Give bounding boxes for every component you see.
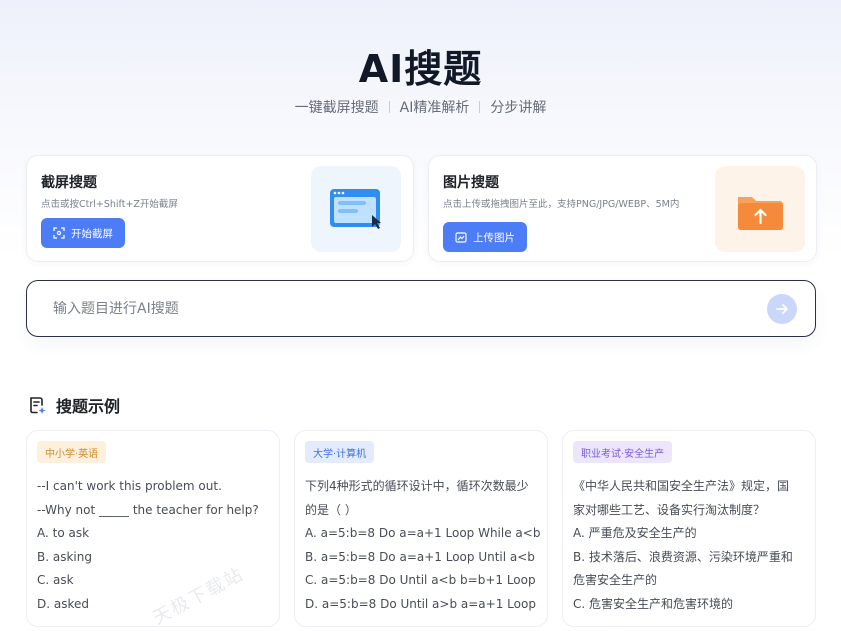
example-card-safety-exam[interactable]: 职业考试·安全生产 《中华人民共和国安全生产法》规定，国 家对哪些工艺、设备实行… bbox=[562, 430, 816, 627]
examples-section-header: 搜题示例 bbox=[28, 393, 120, 417]
subtitle-item: 分步讲解 bbox=[490, 100, 547, 116]
image-search-card[interactable]: 图片搜题 点击上传或拖拽图片至此，支持PNG/JPG/WEBP、5M内 上传图片 bbox=[428, 155, 817, 262]
screen-capture-icon bbox=[311, 166, 401, 252]
question-search-bar bbox=[26, 280, 816, 337]
option-line: C. ask bbox=[37, 573, 74, 587]
image-card-desc: 点击上传或拖拽图片至此，支持PNG/JPG/WEBP、5M内 bbox=[443, 199, 680, 210]
question-search-input[interactable] bbox=[51, 295, 735, 323]
subtitle-divider bbox=[479, 101, 481, 113]
screenshot-card-title: 截屏搜题 bbox=[41, 175, 97, 191]
example-card-k12-english[interactable]: 中小学·英语 --I can't work this problem out. … bbox=[26, 430, 280, 627]
subject-tag: 中小学·英语 bbox=[37, 441, 107, 463]
question-text: --I can't work this problem out. --Why n… bbox=[37, 475, 271, 616]
question-line: 家对哪些工艺、设备实行淘汰制度？ bbox=[573, 502, 766, 517]
image-upload-icon bbox=[455, 232, 467, 243]
submit-search-button[interactable] bbox=[767, 294, 797, 324]
example-card-college-cs[interactable]: 大学·计算机 下列4种形式的循环设计中，循环次数最少 的是（ ） A. a=5:… bbox=[294, 430, 548, 627]
subtitle-item: 一键截屏搜题 bbox=[294, 100, 379, 116]
option-line: D. asked bbox=[37, 596, 89, 611]
subject-tag: 大学·计算机 bbox=[305, 441, 375, 463]
option-line: B. a=5:b=8 Do a=a+1 Loop Until a<b bbox=[305, 549, 535, 564]
subtitle: 一键截屏搜题 AI精准解析 分步讲解 bbox=[0, 97, 841, 117]
option-line: B. asking bbox=[37, 549, 92, 564]
question-line: --Why not _____ the teacher for help? bbox=[37, 502, 259, 517]
option-line: 危害安全生产的 bbox=[573, 573, 658, 587]
screenshot-card-desc: 点击或按Ctrl+Shift+Z开始截屏 bbox=[41, 199, 178, 210]
option-line: B. 技术落后、浪费资源、污染环境严重和 bbox=[573, 549, 793, 564]
question-line: 《中华人民共和国安全生产法》规定，国 bbox=[573, 479, 790, 493]
question-line: --I can't work this problem out. bbox=[37, 479, 222, 493]
screenshot-search-card[interactable]: 截屏搜题 点击或按Ctrl+Shift+Z开始截屏 开始截屏 bbox=[26, 155, 414, 262]
examples-section-title: 搜题示例 bbox=[56, 397, 121, 416]
subtitle-divider bbox=[388, 101, 390, 113]
upload-image-label: 上传图片 bbox=[473, 231, 515, 244]
option-line: A. a=5:b=8 Do a=a+1 Loop While a<b bbox=[305, 526, 541, 540]
start-screenshot-button[interactable]: 开始截屏 bbox=[41, 218, 125, 248]
option-line: D. a=5:b=8 Do Until a>b a=a+1 Loop bbox=[305, 596, 536, 611]
option-line: A. 严重危及安全生产的 bbox=[573, 526, 697, 540]
option-line: C. 危害安全生产和危害环境的 bbox=[573, 596, 734, 611]
subtitle-item: AI精准解析 bbox=[399, 100, 470, 116]
question-text: 下列4种形式的循环设计中，循环次数最少 的是（ ） A. a=5:b=8 Do … bbox=[305, 475, 541, 616]
page-title: AI搜题 bbox=[358, 47, 483, 91]
start-screenshot-label: 开始截屏 bbox=[71, 227, 113, 240]
document-sparkle-icon bbox=[30, 397, 46, 414]
question-line: 的是（ ） bbox=[305, 502, 357, 517]
upload-image-button[interactable]: 上传图片 bbox=[443, 222, 527, 252]
option-line: A. to ask bbox=[37, 526, 90, 540]
question-text: 《中华人民共和国安全生产法》规定，国 家对哪些工艺、设备实行淘汰制度？ A. 严… bbox=[573, 475, 807, 616]
subject-tag: 职业考试·安全生产 bbox=[573, 441, 673, 463]
scan-icon bbox=[53, 227, 65, 239]
upload-folder-icon bbox=[715, 166, 805, 252]
image-card-title: 图片搜题 bbox=[443, 175, 499, 191]
question-line: 下列4种形式的循环设计中，循环次数最少 bbox=[305, 479, 529, 493]
option-line: C. a=5:b=8 Do Until a<b b=b+1 Loop bbox=[305, 573, 536, 587]
arrow-right-icon bbox=[776, 304, 788, 314]
